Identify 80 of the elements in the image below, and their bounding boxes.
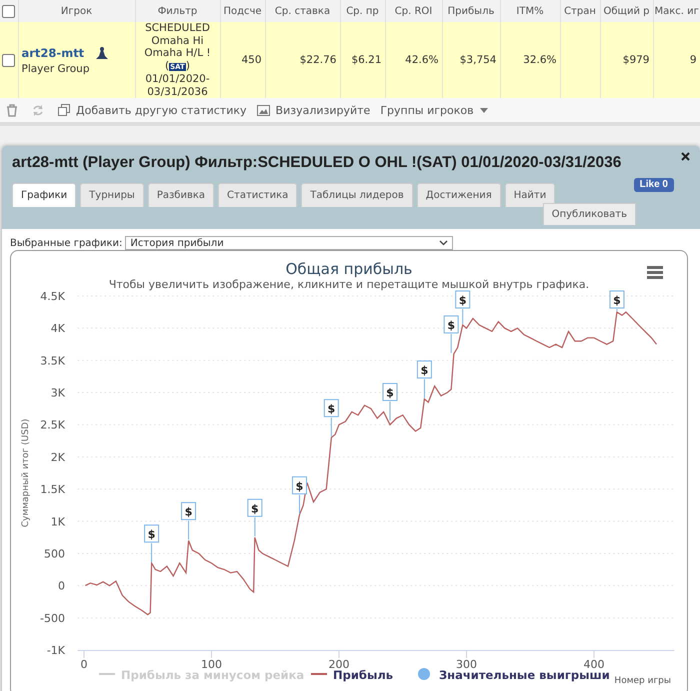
toolbar-button[interactable]: Добавить другую статистику <box>58 104 247 116</box>
caret-icon <box>480 108 488 112</box>
big-win-flag: $ <box>455 290 470 324</box>
axis-tick-label: 200 <box>328 658 350 671</box>
player-link[interactable]: art28-mtt <box>22 46 84 60</box>
axis-title: Суммарный итог (USD) <box>21 418 31 528</box>
axis-title: Номер игры <box>614 676 671 686</box>
annotation: $ <box>296 480 304 493</box>
table-cell: $3,754 <box>460 54 496 66</box>
axis-tick-label: 300 <box>456 658 477 671</box>
legend-item[interactable]: Прибыль <box>311 668 394 682</box>
chart-title: Общая прибыль <box>286 260 412 278</box>
big-win-flag: $ <box>416 360 432 398</box>
big-win-flag: $ <box>292 476 307 514</box>
axis-tick-label: 3K <box>50 386 65 400</box>
dialog-title: art28-mtt (Player Group) Фильтр:SCHEDULED O OHL !(SAT) 01/01/2020-03/31/2036 <box>12 154 622 172</box>
axis-tick-label: 500 <box>44 547 65 560</box>
axis-tick-label: -1K <box>46 644 65 657</box>
like-button[interactable]: Like 0 <box>634 178 674 192</box>
axis-tick-label: 2.5K <box>40 418 65 432</box>
big-win-flag: $ <box>444 315 459 354</box>
figure-icon <box>96 46 108 60</box>
checkbox[interactable] <box>2 4 16 18</box>
trash-icon[interactable] <box>6 104 18 116</box>
toolbar-button[interactable]: Визуализируйте <box>256 104 370 116</box>
table-cell: 450 <box>241 54 262 66</box>
chevron-icon <box>439 240 448 246</box>
big-win-flag: $ <box>382 383 398 421</box>
publish-button[interactable]: Опубликовать <box>542 203 636 225</box>
big-win-flag: $ <box>144 524 160 563</box>
annotation: $ <box>458 294 467 307</box>
annotation: $ <box>148 528 156 542</box>
checkbox[interactable] <box>2 54 15 66</box>
column-header[interactable]: Игрок <box>60 6 92 16</box>
annotation: $ <box>386 386 394 400</box>
tab[interactable]: Достижения <box>416 183 501 207</box>
copy-icon <box>58 104 70 116</box>
axis-tick-label: 100 <box>201 658 222 671</box>
annotation: $ <box>447 318 456 332</box>
tab[interactable]: Графики <box>12 183 76 207</box>
axis-tick-label: 0 <box>58 580 65 593</box>
table-cell: $6.21 <box>351 54 382 66</box>
annotation: $ <box>420 364 428 377</box>
tab[interactable]: Найти <box>504 183 556 207</box>
axis-tick-label: 1K <box>50 515 65 528</box>
axis-tick-label: 4.5K <box>40 290 65 303</box>
big-win-flag: $ <box>609 290 624 312</box>
selector-label: Выбранные графики: <box>10 238 122 248</box>
axis-tick-label: 2K <box>50 450 65 464</box>
big-win-flag: $ <box>181 502 196 540</box>
close-icon[interactable] <box>681 152 690 161</box>
table-cell: $22.76 <box>300 54 336 66</box>
axis-tick-label: 1.5K <box>40 483 65 496</box>
chart-select[interactable]: История прибыли <box>125 236 454 250</box>
annotation: $ <box>184 506 192 519</box>
tab[interactable]: Турниры <box>80 183 144 207</box>
image-icon <box>256 104 270 116</box>
annotation: $ <box>613 294 621 307</box>
axis-tick-label: -500 <box>40 612 65 625</box>
axis-tick-label: 4K <box>50 322 65 336</box>
dropdown-button[interactable]: Группы игроков <box>380 104 488 116</box>
axis-tick-label: 400 <box>584 658 604 671</box>
big-win-flag: $ <box>324 399 339 438</box>
axis-tick-label: 3.5K <box>40 354 65 368</box>
table-cell: $979 <box>622 54 650 66</box>
legend-label: Прибыль <box>333 668 394 682</box>
tab[interactable]: Разбивка <box>148 183 214 207</box>
table-cell: 9 <box>690 54 696 66</box>
menu-icon[interactable] <box>647 266 663 279</box>
annotation: $ <box>251 502 259 516</box>
tab[interactable]: Статистика <box>218 183 298 207</box>
chart-subtitle: Чтобы увеличить изображение, кликните и перетащите мышкой внутрь графика. <box>108 278 590 291</box>
tab[interactable]: Таблицы лидеров <box>301 183 413 207</box>
big-win-flag: $ <box>247 498 262 537</box>
legend-item[interactable]: Значительные выигрыши <box>418 668 610 682</box>
annotation: $ <box>328 402 336 416</box>
axis-tick-label: 0 <box>80 658 88 671</box>
table-cell: 32.6% <box>523 54 556 66</box>
player-type: Player Group <box>22 62 90 74</box>
table-cell: 42.6% <box>405 54 438 66</box>
